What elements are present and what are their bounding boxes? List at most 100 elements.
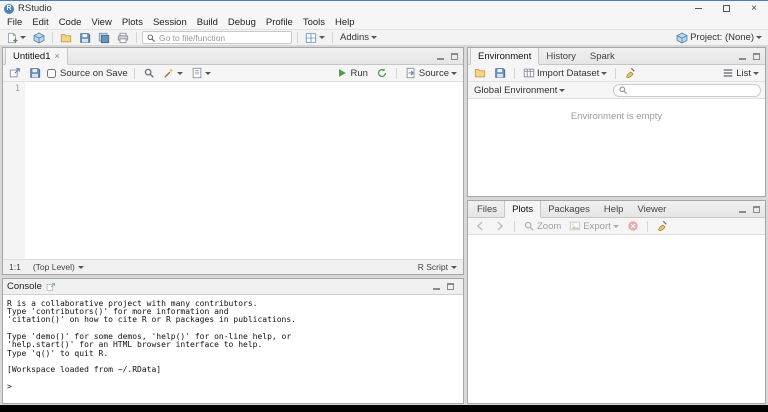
- tab-close-icon[interactable]: ×: [55, 52, 60, 61]
- maximize-pane-icon[interactable]: [750, 203, 762, 215]
- next-plot-button[interactable]: [492, 219, 508, 234]
- arrow-right-icon: [494, 220, 506, 232]
- menu-help[interactable]: Help: [330, 16, 360, 29]
- open-file-button[interactable]: [58, 30, 74, 45]
- addins-button[interactable]: Addins: [338, 30, 379, 45]
- environment-scope-selector[interactable]: Global Environment: [472, 83, 567, 98]
- pane-controls: [736, 201, 765, 217]
- environment-filterbar: Global Environment: [468, 82, 765, 99]
- menu-profile[interactable]: Profile: [261, 16, 298, 29]
- menu-code[interactable]: Code: [54, 16, 87, 29]
- new-file-button[interactable]: [4, 30, 28, 45]
- rerun-icon: [376, 67, 388, 79]
- tab-viewer[interactable]: Viewer: [630, 201, 673, 217]
- menu-bar: File Edit Code View Plots Session Build …: [0, 16, 768, 29]
- save-all-icon: [98, 32, 110, 44]
- tab-packages[interactable]: Packages: [541, 201, 597, 217]
- minimize-pane-icon[interactable]: [736, 50, 748, 62]
- menu-file[interactable]: File: [2, 16, 27, 29]
- filetype-selector[interactable]: R Script: [418, 262, 457, 272]
- clear-all-plots-button[interactable]: [654, 219, 670, 234]
- maximize-window-button[interactable]: [712, 1, 740, 16]
- search-icon: [618, 85, 628, 95]
- tab-history[interactable]: History: [539, 48, 583, 64]
- tab-spark[interactable]: Spark: [583, 48, 622, 64]
- console-output[interactable]: You are welcome to redistribute it under…: [3, 295, 463, 403]
- print-button[interactable]: [115, 30, 131, 45]
- minimize-pane-icon[interactable]: [736, 203, 748, 215]
- import-dataset-label: Import Dataset: [537, 68, 599, 79]
- export-plot-button[interactable]: Export: [567, 219, 620, 234]
- minimize-pane-icon[interactable]: [430, 281, 442, 293]
- menu-debug[interactable]: Debug: [223, 16, 261, 29]
- open-in-new-window-button[interactable]: [7, 66, 23, 81]
- maximize-pane-icon[interactable]: [448, 50, 460, 62]
- environment-search-box: [613, 84, 761, 97]
- tab-label: Viewer: [637, 204, 666, 215]
- save-button[interactable]: [77, 30, 93, 45]
- tab-untitled1[interactable]: Untitled1 ×: [5, 48, 68, 65]
- tab-plots[interactable]: Plots: [504, 201, 541, 218]
- project-menu-button[interactable]: Project: (None): [674, 30, 764, 45]
- report-icon: [191, 67, 203, 79]
- source-label: Source: [419, 68, 449, 79]
- source-on-save-checkbox[interactable]: [47, 69, 56, 78]
- find-replace-button[interactable]: [141, 66, 157, 81]
- console-line: Type 'q()' to quit R.: [7, 350, 459, 358]
- console-prompt: >: [7, 383, 459, 391]
- source-button[interactable]: Source: [403, 66, 459, 81]
- minimize-pane-icon[interactable]: [434, 50, 446, 62]
- print-icon: [117, 32, 129, 44]
- remove-plot-button[interactable]: [625, 219, 641, 234]
- pane-controls: [430, 281, 459, 293]
- previous-plot-button[interactable]: [472, 219, 488, 234]
- maximize-pane-icon[interactable]: [444, 281, 456, 293]
- plots-body[interactable]: [468, 235, 765, 403]
- chevron-down-icon: [319, 36, 325, 39]
- rerun-button[interactable]: [374, 66, 390, 81]
- tab-files[interactable]: Files: [470, 201, 504, 217]
- tab-environment[interactable]: Environment: [470, 48, 539, 65]
- menu-session[interactable]: Session: [148, 16, 192, 29]
- tab-label: Environment: [478, 51, 531, 62]
- editor-body[interactable]: [25, 82, 463, 259]
- new-project-button[interactable]: [31, 30, 47, 45]
- save-icon: [29, 67, 41, 79]
- environment-search-input[interactable]: [631, 85, 756, 96]
- menu-edit[interactable]: Edit: [27, 16, 53, 29]
- clear-environment-button[interactable]: [622, 66, 638, 81]
- minimize-window-button[interactable]: [684, 1, 712, 16]
- search-icon: [146, 33, 156, 43]
- goto-file-input[interactable]: [159, 32, 288, 43]
- broom-icon: [624, 67, 636, 79]
- zoom-plot-button[interactable]: Zoom: [521, 219, 563, 234]
- menu-plots[interactable]: Plots: [117, 16, 148, 29]
- pane-controls: [736, 48, 765, 64]
- chevron-down-icon: [78, 266, 84, 269]
- menu-tools[interactable]: Tools: [298, 16, 330, 29]
- main-toolbar: Addins Project: (None): [0, 29, 768, 46]
- load-workspace-button[interactable]: [472, 66, 488, 81]
- save-all-button[interactable]: [96, 30, 112, 45]
- compile-report-button[interactable]: [189, 66, 213, 81]
- scope-selector[interactable]: (Top Level): [33, 262, 84, 272]
- addins-label: Addins: [340, 32, 369, 43]
- run-button[interactable]: Run: [334, 66, 369, 81]
- left-column: Untitled1 × Source o: [2, 47, 464, 404]
- close-window-button[interactable]: ×: [740, 1, 768, 16]
- console-line: [7, 374, 459, 382]
- import-dataset-button[interactable]: Import Dataset: [521, 66, 609, 81]
- maximize-pane-icon[interactable]: [750, 50, 762, 62]
- menu-build[interactable]: Build: [192, 16, 223, 29]
- menu-view[interactable]: View: [86, 16, 116, 29]
- save-workspace-button[interactable]: [492, 66, 508, 81]
- chevron-down-icon: [559, 89, 565, 92]
- zoom-label: Zoom: [537, 221, 561, 232]
- plots-toolbar: Zoom Export: [468, 218, 765, 235]
- code-tools-button[interactable]: [161, 66, 185, 81]
- workspace-panes-button[interactable]: [303, 30, 327, 45]
- list-view-button[interactable]: List: [720, 66, 761, 81]
- popout-icon[interactable]: [46, 282, 56, 292]
- save-source-button[interactable]: [27, 66, 43, 81]
- tab-help[interactable]: Help: [597, 201, 631, 217]
